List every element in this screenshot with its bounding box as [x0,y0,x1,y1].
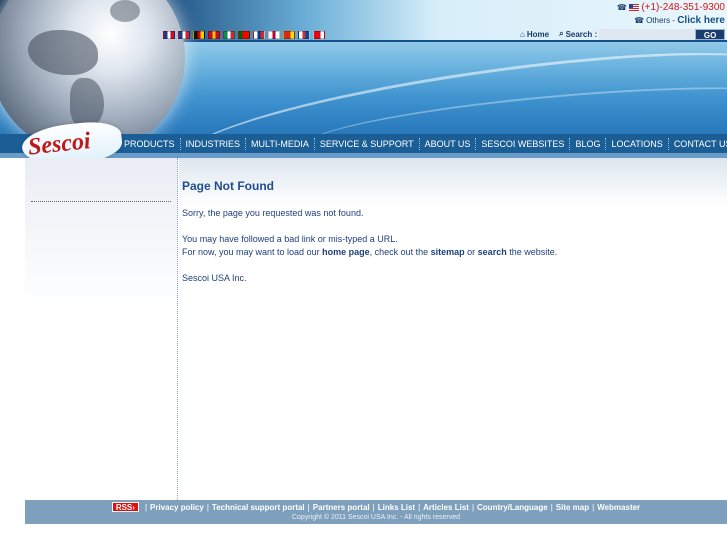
footer-link-country-language[interactable]: Country/Language [477,503,548,512]
flag-france-icon[interactable] [178,31,190,39]
home-icon: ⌂ [520,29,525,39]
nav-item-industries[interactable]: INDUSTRIES [186,139,241,149]
globe-landmass [70,78,104,128]
footer-separator: | [550,502,553,512]
site-footer: RSS› | Privacy policy | Technical support p… [25,500,727,524]
others-label: Others - [646,16,678,25]
suggestion-text: or [464,247,478,257]
nav-item-blog[interactable]: BLOG [575,139,600,149]
search-strip: ⌂ Home ⌕ Search : GO [520,28,726,40]
not-found-message: Sorry, the page you requested was not fo… [182,208,364,218]
footer-links: RSS› | Privacy policy | Technical support p… [25,500,727,512]
main-content: Sorry, the page you requested was not fo… [182,207,722,298]
nav-separator [667,137,669,150]
nav-separator [313,137,315,150]
footer-link-articles-list[interactable]: Articles List [423,503,469,512]
page-title: Page Not Found [182,179,274,193]
footer-separator: | [144,502,148,512]
nav-separator [475,137,477,150]
footer-link-links-list[interactable]: Links List [378,503,415,512]
flag-italy-icon[interactable] [223,31,235,39]
footer-link-privacy-policy[interactable]: Privacy policy [150,503,204,512]
nav-item-about-us[interactable]: ABOUT US [425,139,471,149]
phone-line: ☎ (+1)-248-351-9300 [617,1,725,14]
search-link[interactable]: search [478,247,507,257]
search-input[interactable] [599,28,696,40]
flag-germany-icon[interactable] [193,31,205,39]
nav-item-locations[interactable]: LOCATIONS [611,139,662,149]
rss-label: RSS [115,503,133,512]
flag-china-icon[interactable] [283,31,295,39]
suggestion-line1: You may have followed a bad link or mis-… [182,234,398,244]
nav-separator [245,137,247,150]
nav-separator [569,137,571,150]
flag-japan-icon[interactable] [268,31,280,39]
flag-turkey-icon[interactable] [313,31,325,39]
footer-separator: | [307,502,310,512]
sidebar-divider [31,201,171,202]
suggestion-text: , check out the [369,247,431,257]
phone-icon: ☎ [616,3,627,12]
footer-separator: | [418,502,421,512]
flag-portugal-icon[interactable] [238,31,250,39]
sitemap-link[interactable]: sitemap [431,247,465,257]
nav-item-multi-media[interactable]: MULTI-MEDIA [251,139,309,149]
signature: Sescoi USA Inc. [182,273,247,283]
footer-separator: | [471,502,475,512]
nav-item-products[interactable]: PRODUCTS [124,139,175,149]
suggestion-text: For now, you may want to load our [182,247,323,257]
home-page-link[interactable]: home page [322,247,370,257]
footer-link-partners-portal[interactable]: Partners portal [313,503,370,512]
phone-icon: ☎ [634,16,645,25]
nav-separator [605,137,607,150]
others-line: ☎ Others - Click here [617,14,725,27]
search-icon: ⌕ [559,29,564,38]
nav-separator [179,137,181,150]
rss-icon: › [132,503,135,512]
footer-separator: | [592,502,595,512]
nav-item-contact-us[interactable]: CONTACT US [674,139,727,149]
suggestion-paragraph: You may have followed a bad link or mis-… [182,233,722,259]
nav-item-service-support[interactable]: SERVICE & SUPPORT [320,139,414,149]
contact-info: ☎ (+1)-248-351-9300 ☎ Others - Click here [617,1,725,27]
search-label: Search : [565,29,598,39]
logo-text: Sescoi [26,128,92,161]
click-here-link[interactable]: Click here [677,15,725,26]
flag-uk-icon[interactable] [163,31,175,39]
footer-link-technical-support-portal[interactable]: Technical support portal [212,503,305,512]
nav-item-sescoi-websites[interactable]: SESCOI WEBSITES [481,139,564,149]
flag-russia-icon[interactable] [253,31,265,39]
footer-separator: | [372,502,375,512]
rss-button[interactable]: RSS› [111,502,139,512]
footer-link-webmaster[interactable]: Webmaster [597,503,640,512]
home-label: Home [526,29,550,39]
globe-landmass [110,0,140,22]
flag-korea-icon[interactable] [298,31,310,39]
go-button[interactable]: GO [695,28,726,40]
footer-link-site-map[interactable]: Site map [556,503,589,512]
flag-spain-icon[interactable] [208,31,220,39]
nav-separator [418,137,420,150]
language-flags [163,31,325,39]
us-flag-icon [628,4,639,12]
left-sidebar [25,158,178,500]
suggestion-text: the website. [506,247,558,257]
footer-separator: | [206,502,209,512]
globe-landmass [28,30,98,75]
copyright: Copyright © 2011 Sescoi USA Inc. - All r… [291,514,461,521]
home-link[interactable]: ⌂ Home [520,30,549,39]
phone-number[interactable]: (+1)-248-351-9300 [641,2,725,13]
